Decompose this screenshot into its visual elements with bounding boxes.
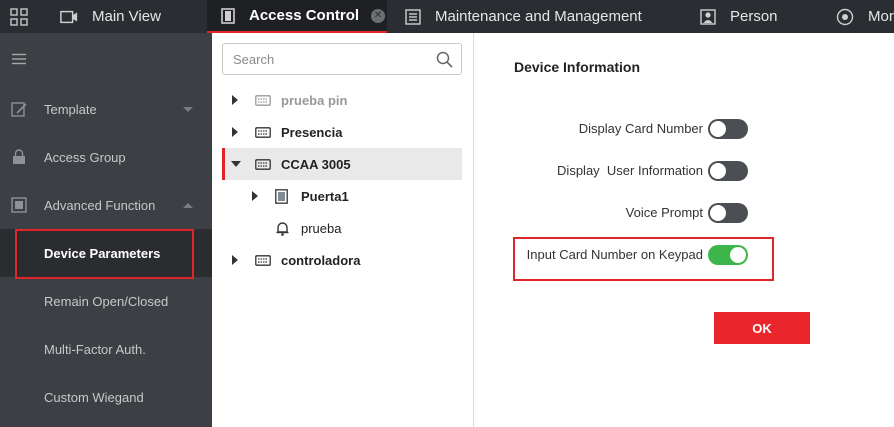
sidebar-item-label: Template <box>44 101 97 117</box>
highlight-box-input-card-number <box>513 237 774 281</box>
bell-icon <box>276 221 289 236</box>
controller-icon <box>255 94 271 106</box>
display-user-information-toggle[interactable] <box>708 161 748 181</box>
search-box <box>222 43 462 75</box>
sidebar-item-label: Remain Open/Closed <box>44 293 169 309</box>
apps-grid-icon[interactable] <box>10 8 28 26</box>
close-tab-icon[interactable]: ✕ <box>371 8 386 23</box>
highlight-box-device-parameters <box>15 229 194 279</box>
expand-arrow-icon[interactable] <box>232 95 238 105</box>
template-icon <box>11 102 27 117</box>
sidebar-item-template[interactable]: Template <box>0 85 212 133</box>
expand-arrow-icon[interactable] <box>252 191 258 201</box>
search-icon[interactable] <box>436 51 453 68</box>
expand-arrow-icon[interactable] <box>232 127 238 137</box>
setting-display-user-information: Display User Information <box>474 159 894 183</box>
chevron-down-icon <box>183 106 193 112</box>
sidebar-item-label: Access Group <box>44 149 126 165</box>
tab-label: Access Control <box>249 7 360 24</box>
menu-icon[interactable] <box>11 53 27 65</box>
setting-label: Voice Prompt <box>625 205 703 220</box>
tree-node-label: prueba pin <box>281 92 348 108</box>
sidebar-item-label: Custom Wiegand <box>44 389 144 405</box>
toggle-knob <box>710 163 726 179</box>
tree-node-prueba-pin[interactable]: prueba pin <box>212 84 462 116</box>
tree-node-controladora[interactable]: controladora <box>212 244 462 276</box>
tab-label: Mor <box>868 8 894 25</box>
tree-node-ccaa-3005[interactable]: CCAA 3005 <box>222 148 462 180</box>
lock-icon <box>13 149 25 164</box>
tree-node-label: Presencia <box>281 124 343 140</box>
controller-icon <box>255 254 271 266</box>
search-input[interactable] <box>233 50 428 68</box>
device-tree-panel: prueba pin Presencia CCAA 3005 Puerta1 <box>212 33 474 427</box>
section-title: Device Information <box>514 59 641 75</box>
sidebar-item-custom-wiegand[interactable]: Custom Wiegand <box>0 373 212 421</box>
chevron-up-icon <box>183 202 193 208</box>
expand-arrow-icon[interactable] <box>232 255 238 265</box>
tree-node-label: controladora <box>281 252 361 268</box>
sidebar-item-advanced-function[interactable]: Advanced Function <box>0 181 212 229</box>
sidebar-item-remain-open-closed[interactable]: Remain Open/Closed <box>0 277 212 325</box>
tree-node-presencia[interactable]: Presencia <box>212 116 462 148</box>
toggle-knob <box>710 205 726 221</box>
setting-display-card-number: Display Card Number <box>474 117 894 141</box>
advanced-function-icon <box>11 197 27 213</box>
target-icon <box>836 8 854 25</box>
tab-person[interactable]: Person <box>700 0 778 33</box>
tree-node-prueba[interactable]: prueba <box>212 212 462 244</box>
tab-main-view[interactable]: Main View <box>60 0 161 33</box>
sidebar-item-multi-factor-auth[interactable]: Multi-Factor Auth. <box>0 325 212 373</box>
controller-icon <box>255 158 271 170</box>
tree-node-label: Puerta1 <box>301 188 349 204</box>
display-card-number-toggle[interactable] <box>708 119 748 139</box>
door-icon <box>275 188 288 204</box>
controller-icon <box>255 126 271 138</box>
sidebar-item-label: Advanced Function <box>44 197 156 213</box>
voice-prompt-toggle[interactable] <box>708 203 748 223</box>
tab-more[interactable]: Mor <box>836 0 894 33</box>
tab-label: Main View <box>92 8 161 25</box>
sidebar-item-label: Multi-Factor Auth. <box>44 341 146 357</box>
sidebar-item-access-group[interactable]: Access Group <box>0 133 212 181</box>
tree-node-label: CCAA 3005 <box>281 156 351 172</box>
setting-label: Display Card Number <box>578 121 703 136</box>
settings-panel-icon <box>405 8 421 25</box>
top-navigation-bar: Main View Access Control ✕ Maintenance a… <box>0 0 894 33</box>
tree-node-label: prueba <box>301 220 342 236</box>
tab-label: Maintenance and Management <box>435 8 642 25</box>
tree-node-puerta1[interactable]: Puerta1 <box>212 180 462 212</box>
setting-label: Display User Information <box>557 163 703 178</box>
setting-voice-prompt: Voice Prompt <box>474 201 894 225</box>
tab-maintenance-management[interactable]: Maintenance and Management <box>405 0 642 33</box>
collapse-arrow-icon[interactable] <box>231 161 241 167</box>
tab-access-control[interactable]: Access Control ✕ <box>207 0 387 33</box>
person-icon <box>700 8 716 25</box>
tab-label: Person <box>730 8 778 25</box>
door-icon <box>221 7 235 24</box>
device-information-panel: Device Information Display Card Number D… <box>474 33 894 427</box>
ok-button[interactable]: OK <box>714 312 810 344</box>
monitor-icon <box>60 10 78 23</box>
toggle-knob <box>710 121 726 137</box>
